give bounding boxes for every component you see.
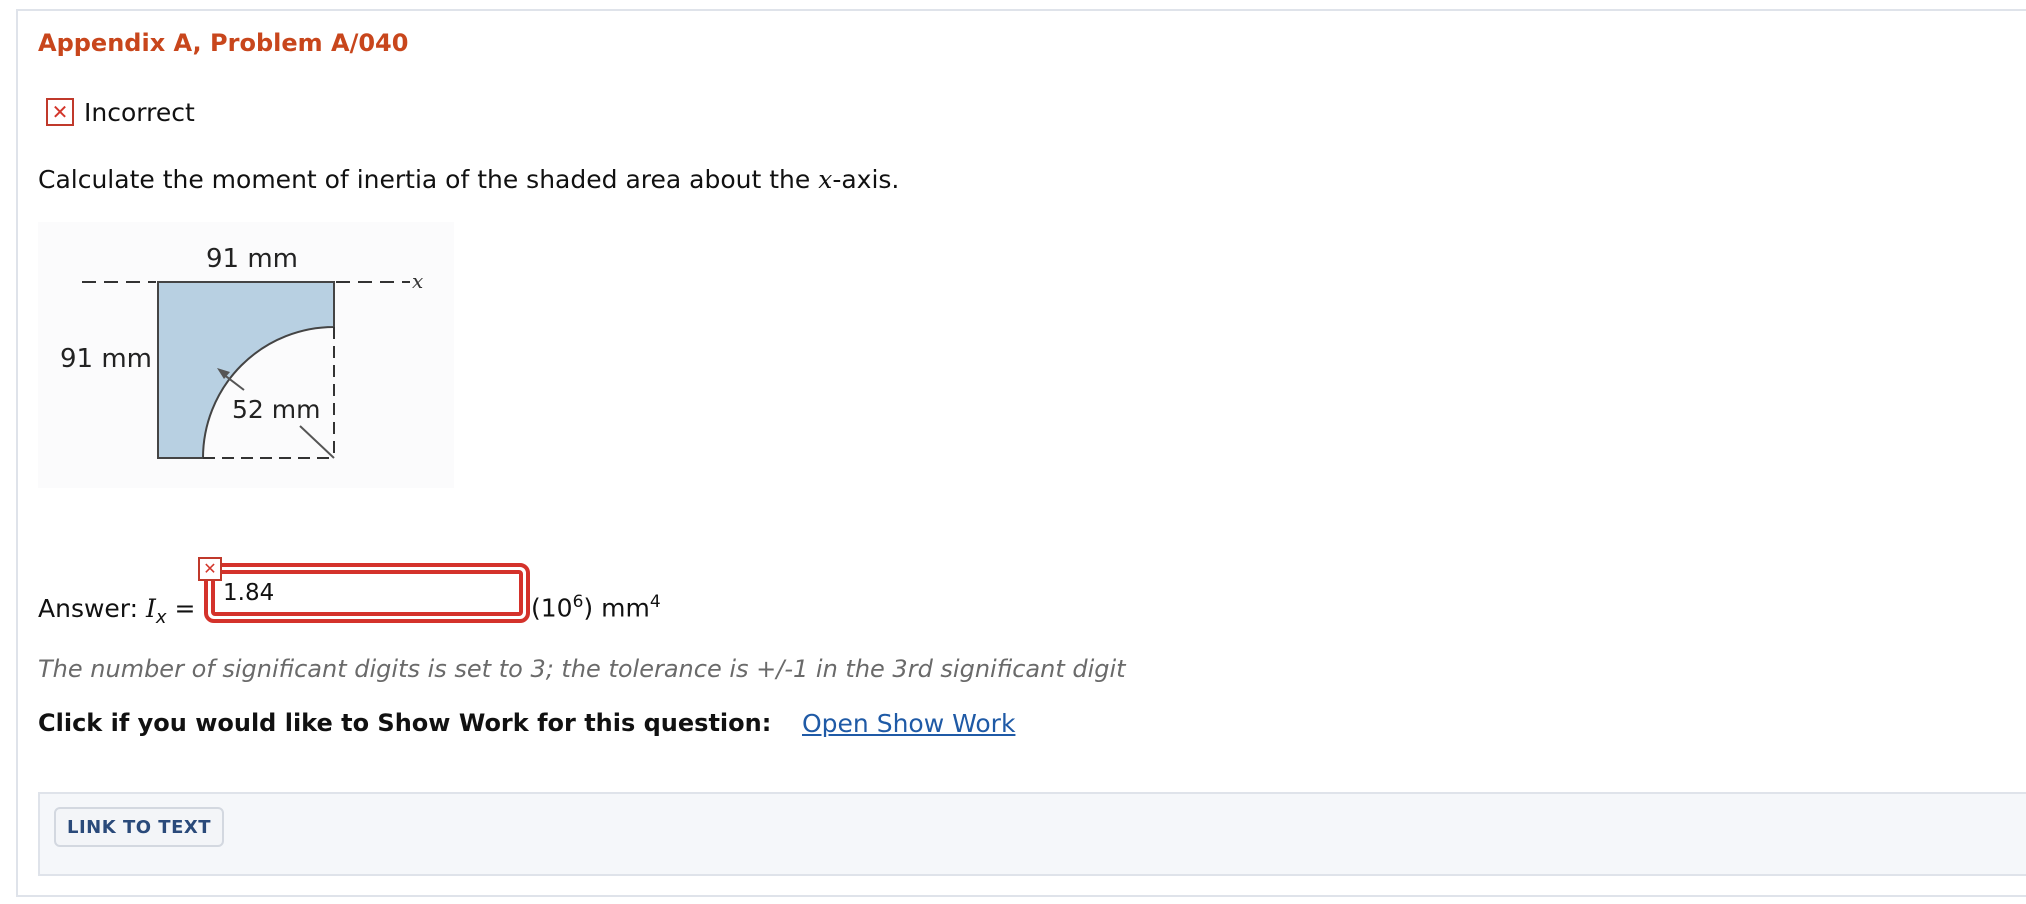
answer-input[interactable] [215,574,519,612]
input-error-icon: ✕ [198,557,222,581]
tolerance-hint: The number of significant digits is set … [38,655,1126,683]
footer-bar: LINK TO TEXT [38,792,2026,876]
incorrect-icon: ✕ [46,98,74,126]
answer-input-wrapper [204,563,530,623]
shaded-area-diagram: x 91 mm 91 mm 52 mm [60,244,423,459]
x-axis-label: x [412,269,423,293]
status-label: Incorrect [84,97,195,127]
height-dimension-label: 91 mm [60,344,152,374]
problem-title: Appendix A, Problem A/040 [38,29,409,57]
radius-dimension-label: 52 mm [232,395,320,424]
radius-line-lower [299,425,335,459]
link-to-text-button[interactable]: LINK TO TEXT [54,807,225,847]
show-work-prompt: Click if you would like to Show Work for… [38,709,772,737]
problem-figure: x 91 mm 91 mm 52 mm [38,222,454,488]
answer-units: (106) mm4 [531,592,661,623]
status-row: ✕ Incorrect [46,96,195,128]
question-text: Calculate the moment of inertia of the s… [38,165,900,194]
width-dimension-label: 91 mm [206,244,298,274]
open-show-work-link[interactable]: Open Show Work [802,709,1015,738]
answer-input-border [211,570,523,616]
answer-label: Answer: Ix = [38,594,196,628]
shaded-area [157,281,335,459]
